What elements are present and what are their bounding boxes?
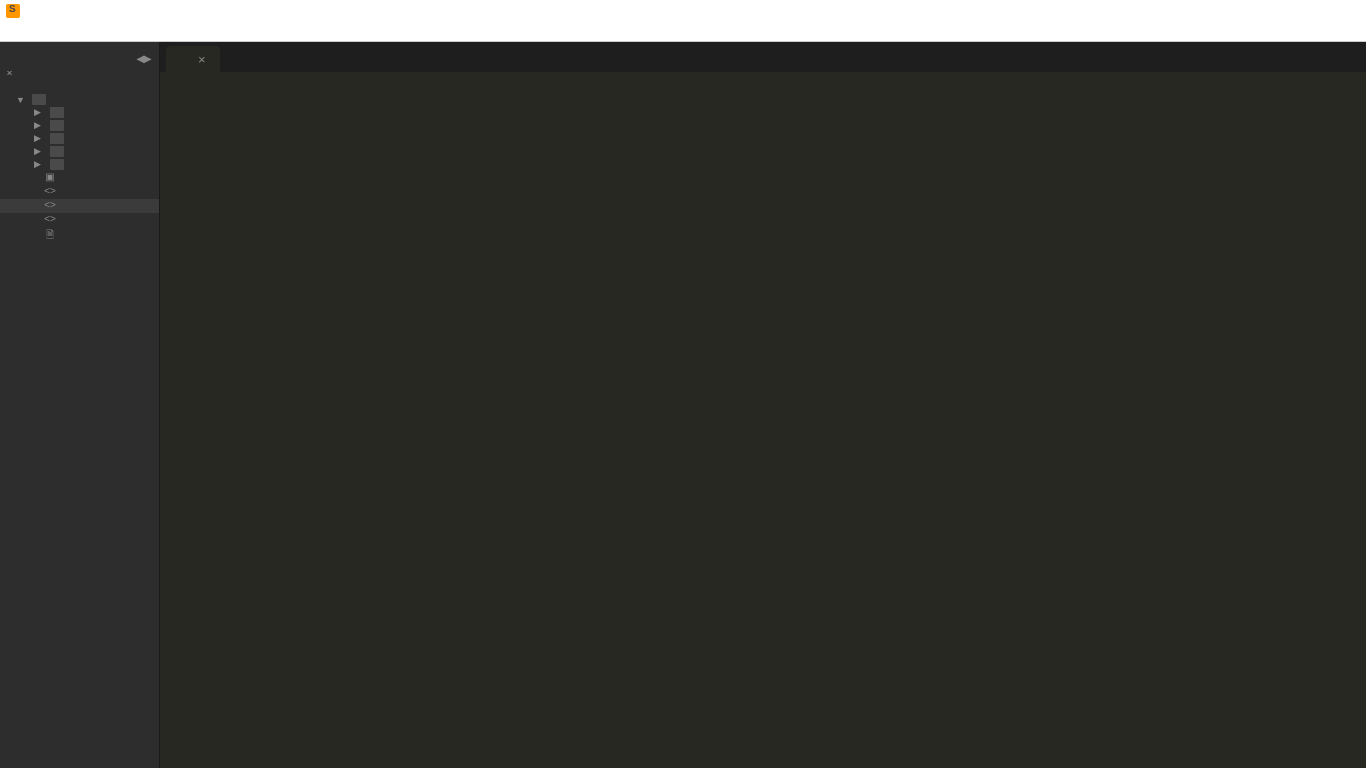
app-icon: [6, 4, 20, 18]
file-prepros[interactable]: 🗎: [0, 227, 159, 241]
folder-fonts[interactable]: ▶: [0, 132, 159, 145]
folder-icon: [50, 159, 64, 170]
folder-js[interactable]: ▶: [0, 158, 159, 171]
code-file-icon: <>: [44, 200, 56, 212]
chevron-right-icon: ▶: [34, 146, 44, 157]
menu-bar: [0, 22, 1366, 42]
menu-help[interactable]: [184, 30, 204, 34]
nav-arrows-icon[interactable]: ◂ ▸: [137, 50, 149, 67]
code-area[interactable]: [160, 72, 1366, 768]
chevron-right-icon: ▶: [34, 133, 44, 144]
folder-icon: [50, 146, 64, 157]
chevron-down-icon: ▼: [16, 95, 26, 105]
code-file-icon: <>: [44, 214, 56, 226]
menu-project[interactable]: [144, 30, 164, 34]
menu-selection[interactable]: [44, 30, 64, 34]
editor-area: ×: [160, 42, 1366, 768]
folder-css[interactable]: ▶: [0, 119, 159, 132]
folders-header: [0, 75, 159, 93]
folder-icon: [50, 133, 64, 144]
open-file-item[interactable]: [0, 71, 159, 75]
close-icon[interactable]: ×: [198, 52, 206, 67]
text-file-icon: 🗎: [44, 228, 56, 240]
code-file-icon: <>: [44, 186, 56, 198]
code-content[interactable]: [210, 72, 1366, 768]
folder-icon: [32, 94, 46, 105]
image-file-icon: ▣: [44, 172, 56, 184]
folder-source[interactable]: ▶: [0, 106, 159, 119]
menu-tools[interactable]: [124, 30, 144, 34]
chevron-right-icon: ▶: [34, 159, 44, 170]
file-index[interactable]: <>: [0, 199, 159, 213]
title-bar: [0, 0, 1366, 22]
folder-icon: [50, 120, 64, 131]
file-google[interactable]: <>: [0, 185, 159, 199]
menu-file[interactable]: [4, 30, 24, 34]
menu-edit[interactable]: [24, 30, 44, 34]
chevron-right-icon: ▶: [34, 120, 44, 131]
open-files-header: ◂ ▸: [0, 42, 159, 71]
tab-bar: ×: [160, 42, 1366, 72]
file-itprofessions[interactable]: <>: [0, 213, 159, 227]
menu-preferences[interactable]: [164, 30, 184, 34]
line-number-gutter: [160, 72, 210, 768]
sidebar: ◂ ▸ ▼ ▶ ▶ ▶ ▶: [0, 42, 160, 768]
menu-view[interactable]: [84, 30, 104, 34]
folder-img[interactable]: ▶: [0, 145, 159, 158]
chevron-right-icon: ▶: [34, 107, 44, 118]
file-favicon[interactable]: ▣: [0, 171, 159, 185]
menu-goto[interactable]: [104, 30, 124, 34]
folder-icon: [50, 107, 64, 118]
menu-find[interactable]: [64, 30, 84, 34]
folder-root[interactable]: ▼: [0, 93, 159, 106]
tab-index[interactable]: ×: [166, 46, 220, 72]
